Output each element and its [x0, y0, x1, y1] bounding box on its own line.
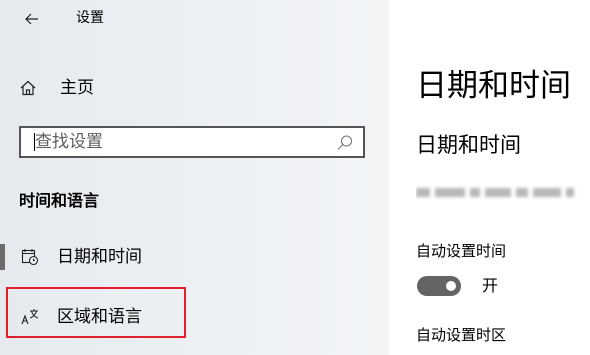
toggle-state-label: 开	[482, 276, 499, 295]
back-arrow-icon	[25, 13, 38, 25]
settings-window: 设置 主页 时间和语言	[0, 0, 590, 355]
selection-indicator	[0, 244, 5, 270]
highlight-annotation	[6, 287, 186, 338]
sidebar-item-home[interactable]: 主页	[18, 76, 94, 100]
back-button[interactable]	[18, 5, 46, 33]
sidebar-item-label: 日期和时间	[57, 247, 142, 267]
page-title: 日期和时间	[416, 68, 571, 104]
auto-time-toggle[interactable]	[417, 276, 461, 296]
sidebar-item-label: 主页	[60, 78, 94, 98]
home-icon	[18, 78, 38, 98]
section-title: 日期和时间	[416, 133, 521, 157]
search-box[interactable]	[19, 126, 365, 158]
sidebar-item-date-time[interactable]: 日期和时间	[0, 237, 389, 277]
sidebar: 设置 主页 时间和语言	[0, 0, 389, 355]
search-input[interactable]	[35, 132, 325, 152]
auto-timezone-label: 自动设置时区	[416, 326, 507, 344]
auto-time-toggle-row: 开	[417, 275, 498, 297]
text-caret	[34, 133, 35, 151]
section-header: 时间和语言	[19, 191, 100, 210]
current-time-blurred	[416, 182, 590, 202]
calendar-clock-icon	[20, 247, 40, 267]
auto-time-label: 自动设置时间	[416, 242, 507, 260]
main-content: 日期和时间 日期和时间 自动设置时间 开 自动设置时区	[389, 0, 590, 355]
toggle-knob	[446, 281, 456, 291]
app-title: 设置	[76, 10, 104, 26]
search-icon[interactable]	[336, 134, 354, 152]
